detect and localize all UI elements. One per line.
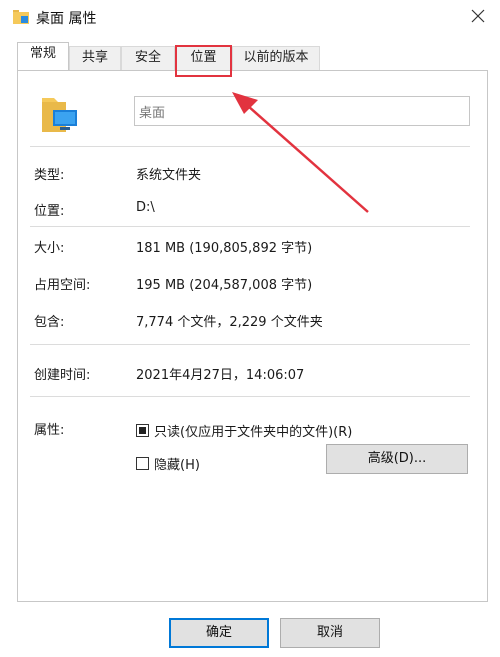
- annotation-arrow: [232, 92, 369, 213]
